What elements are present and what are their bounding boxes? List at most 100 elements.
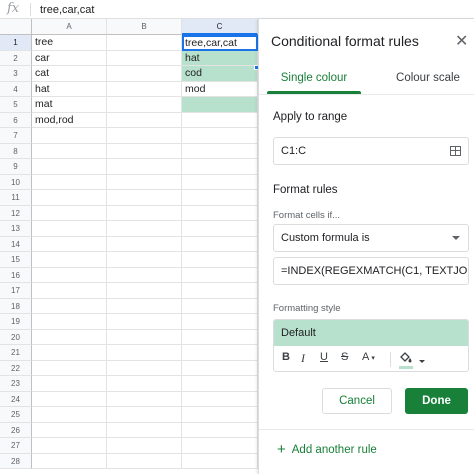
- row-header[interactable]: 22: [0, 360, 32, 376]
- cell-a[interactable]: [32, 236, 107, 252]
- row-header[interactable]: 16: [0, 267, 32, 283]
- select-range-icon[interactable]: [450, 146, 461, 156]
- cell-b[interactable]: [107, 81, 182, 97]
- row-header[interactable]: 20: [0, 329, 32, 345]
- cell-b[interactable]: [107, 345, 182, 361]
- strikethrough-button[interactable]: S: [341, 351, 348, 363]
- select-all-corner[interactable]: [0, 19, 32, 35]
- cell-b[interactable]: [107, 252, 182, 268]
- cell-b[interactable]: [107, 407, 182, 423]
- cell-b[interactable]: [107, 453, 182, 469]
- cell-c[interactable]: [182, 376, 258, 392]
- cell-c[interactable]: [182, 252, 258, 268]
- italic-button[interactable]: I: [301, 351, 305, 366]
- cell-b[interactable]: [107, 360, 182, 376]
- add-another-rule-button[interactable]: + Add another rule: [277, 441, 377, 458]
- row-header[interactable]: 11: [0, 190, 32, 206]
- cell-a[interactable]: cat: [32, 66, 107, 82]
- cell-a[interactable]: [32, 345, 107, 361]
- underline-button[interactable]: U: [320, 351, 328, 363]
- cell-c[interactable]: [182, 422, 258, 438]
- cell-c[interactable]: [182, 128, 258, 144]
- row-header[interactable]: 14: [0, 236, 32, 252]
- cell-c[interactable]: [182, 438, 258, 454]
- cell-b[interactable]: [107, 438, 182, 454]
- cell-c[interactable]: [182, 97, 258, 113]
- row-header[interactable]: 10: [0, 174, 32, 190]
- condition-dropdown[interactable]: Custom formula is: [273, 224, 469, 252]
- row-header[interactable]: 7: [0, 128, 32, 144]
- cell-b[interactable]: [107, 221, 182, 237]
- cell-c[interactable]: [182, 205, 258, 221]
- cell-c[interactable]: [182, 190, 258, 206]
- cell-b[interactable]: [107, 329, 182, 345]
- cell-b[interactable]: [107, 422, 182, 438]
- cell-c[interactable]: [182, 407, 258, 423]
- column-header-a[interactable]: A: [32, 19, 107, 35]
- row-header[interactable]: 1: [0, 35, 32, 51]
- tab-colour-scale[interactable]: Colour scale: [383, 65, 473, 91]
- cell-c[interactable]: [182, 345, 258, 361]
- cell-c[interactable]: [182, 112, 258, 128]
- cell-b[interactable]: [107, 174, 182, 190]
- cell-c[interactable]: [182, 143, 258, 159]
- row-header[interactable]: 17: [0, 283, 32, 299]
- bold-button[interactable]: B: [282, 351, 290, 363]
- cell-b[interactable]: [107, 190, 182, 206]
- cell-a[interactable]: mod,rod: [32, 112, 107, 128]
- cell-c[interactable]: [182, 159, 258, 175]
- column-header-c[interactable]: C: [182, 19, 258, 35]
- done-button[interactable]: Done: [405, 388, 468, 414]
- row-header[interactable]: 8: [0, 143, 32, 159]
- cancel-button[interactable]: Cancel: [322, 388, 392, 414]
- cell-c[interactable]: [182, 391, 258, 407]
- cell-a[interactable]: [32, 128, 107, 144]
- style-preview-dropdown[interactable]: Default: [274, 320, 468, 346]
- row-header[interactable]: 13: [0, 221, 32, 237]
- cell-b[interactable]: [107, 283, 182, 299]
- cell-a[interactable]: hat: [32, 81, 107, 97]
- row-header[interactable]: 18: [0, 298, 32, 314]
- row-header[interactable]: 25: [0, 407, 32, 423]
- cell-b[interactable]: [107, 391, 182, 407]
- row-header[interactable]: 12: [0, 205, 32, 221]
- cell-b[interactable]: [107, 128, 182, 144]
- row-header[interactable]: 23: [0, 376, 32, 392]
- row-header[interactable]: 24: [0, 391, 32, 407]
- cell-a[interactable]: [32, 159, 107, 175]
- row-header[interactable]: 21: [0, 345, 32, 361]
- cell-a[interactable]: car: [32, 50, 107, 66]
- cell-b[interactable]: [107, 35, 182, 51]
- cell-a[interactable]: [32, 143, 107, 159]
- cell-a[interactable]: [32, 267, 107, 283]
- cell-c[interactable]: [182, 453, 258, 469]
- cell-b[interactable]: [107, 298, 182, 314]
- row-header[interactable]: 19: [0, 314, 32, 330]
- cell-a[interactable]: [32, 422, 107, 438]
- cell-b[interactable]: [107, 97, 182, 113]
- cell-c[interactable]: cod: [182, 66, 258, 82]
- cell-a[interactable]: [32, 205, 107, 221]
- formula-input[interactable]: tree,car,cat: [40, 4, 94, 16]
- cell-c[interactable]: [182, 174, 258, 190]
- row-header[interactable]: 3: [0, 66, 32, 82]
- cell-c[interactable]: [182, 360, 258, 376]
- row-header[interactable]: 15: [0, 252, 32, 268]
- cell-b[interactable]: [107, 314, 182, 330]
- row-header[interactable]: 9: [0, 159, 32, 175]
- close-icon[interactable]: ✕: [455, 31, 468, 51]
- cell-a[interactable]: [32, 221, 107, 237]
- row-header[interactable]: 4: [0, 81, 32, 97]
- cell-a[interactable]: mat: [32, 97, 107, 113]
- tab-single-colour[interactable]: Single colour: [267, 65, 361, 91]
- cell-c[interactable]: [182, 221, 258, 237]
- cell-b[interactable]: [107, 267, 182, 283]
- fill-color-icon[interactable]: [398, 351, 414, 365]
- cell-a[interactable]: [32, 329, 107, 345]
- cell-a[interactable]: [32, 360, 107, 376]
- cell-a[interactable]: [32, 190, 107, 206]
- cell-a[interactable]: tree: [32, 35, 107, 51]
- row-header[interactable]: 28: [0, 453, 32, 469]
- cell-b[interactable]: [107, 50, 182, 66]
- cell-c[interactable]: [182, 283, 258, 299]
